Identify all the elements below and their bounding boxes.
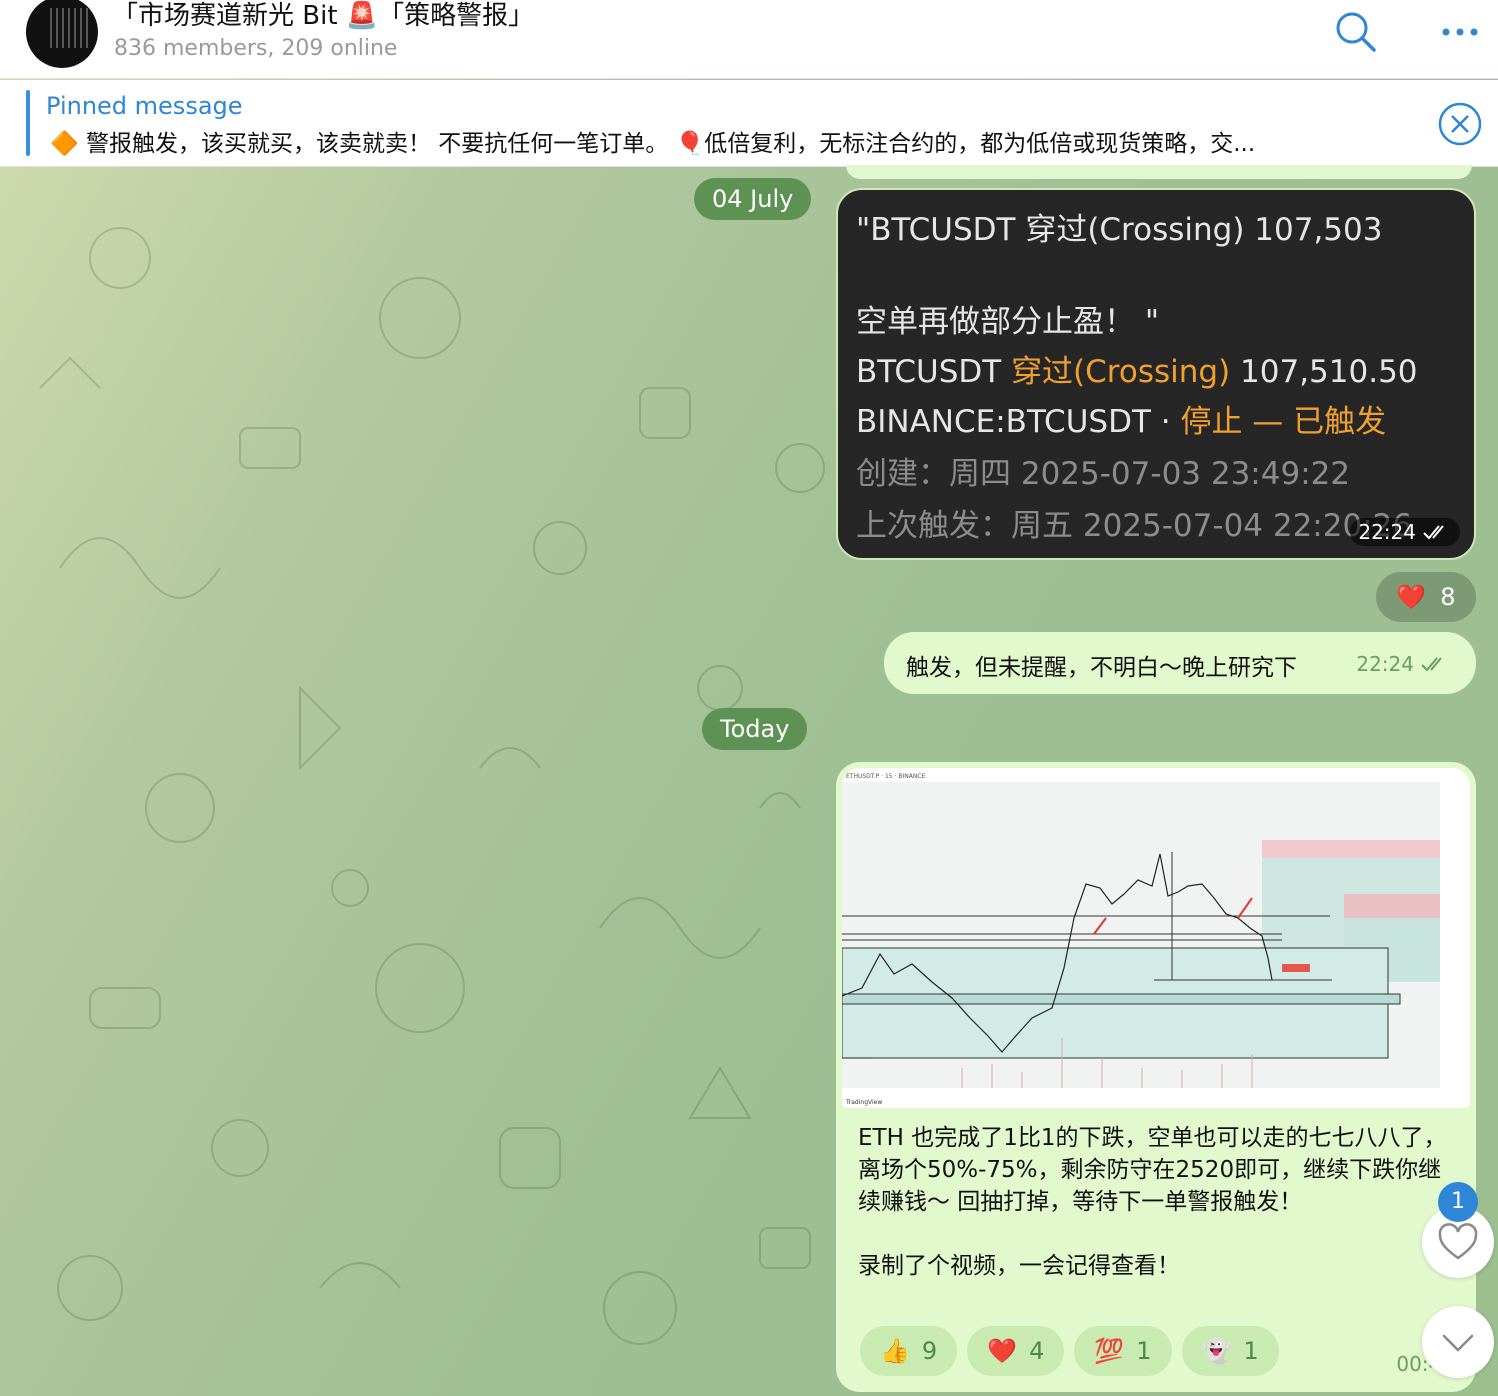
pinned-message-bar[interactable]: Pinned message 🔶 警报触发，该买就买，该卖就卖！ 不要抗任何一笔…	[0, 80, 1498, 167]
ghost-icon: 👻	[1201, 1337, 1232, 1365]
heart-reaction[interactable]: ❤️ 8	[1376, 572, 1476, 622]
reaction-count: 8	[1440, 583, 1456, 611]
close-icon[interactable]	[1436, 100, 1484, 148]
alert-message-bubble[interactable]: "BTCUSDT 穿过(Crossing) 107,503 空单再做部分止盈！ …	[836, 188, 1476, 560]
alert-line-4: BINANCE:BTCUSDT · 停止 — 已触发	[856, 404, 1387, 440]
eth-message-bubble[interactable]: ETHUSDT.P · 15 · BINANCE TradingView ETH…	[836, 762, 1476, 1392]
tradingview-chart-image: ETHUSDT.P · 15 · BINANCE TradingView	[842, 768, 1470, 1108]
tradingview-logo: TradingView	[845, 1099, 882, 1106]
reaction-thumbs-up[interactable]: 👍 9	[860, 1326, 958, 1376]
reaction-ghost[interactable]: 👻 1	[1181, 1326, 1279, 1376]
pinned-label: Pinned message	[46, 92, 243, 120]
reaction-hundred[interactable]: 💯 1	[1074, 1326, 1172, 1376]
previous-message-edge	[846, 165, 1472, 179]
date-separator: 04 July	[694, 178, 812, 220]
reaction-heart[interactable]: ❤️ 4	[967, 1326, 1065, 1376]
alert-line-1: "BTCUSDT 穿过(Crossing) 107,503	[856, 212, 1383, 248]
unread-reactions-badge: 1	[1438, 1182, 1478, 1222]
member-count: 836 members, 209 online	[114, 36, 398, 61]
message-paragraph-1: ETH 也完成了1比1的下跌，空单也可以走的七七八八了，离场个50%-75%，剩…	[858, 1125, 1447, 1215]
chat-header: 「市场赛道新光 Bit 🚨「策略警报」 836 members, 209 onl…	[0, 0, 1498, 79]
message-meta: 22:24	[1356, 652, 1450, 676]
reactions-row: 👍 9 ❤️ 4 💯 1 👻 1	[860, 1326, 1279, 1376]
double-check-icon	[1423, 525, 1444, 540]
alert-line-3: BTCUSDT 穿过(Crossing) 107,510.50	[856, 354, 1418, 390]
alert-last-triggered: 上次触发：周五 2025-07-04 22:20:26	[856, 508, 1413, 544]
outgoing-message[interactable]: 触发，但未提醒，不明白～晚上研究下 22:24	[884, 632, 1476, 694]
more-options-icon[interactable]	[1436, 8, 1484, 56]
chat-title[interactable]: 「市场赛道新光 Bit 🚨「策略警报」	[112, 0, 534, 32]
heart-icon: ❤️	[987, 1337, 1018, 1365]
message-paragraph-2: 录制了个视频，一会记得查看！	[858, 1253, 1180, 1279]
double-check-icon	[1421, 657, 1442, 672]
search-icon[interactable]	[1332, 8, 1380, 56]
message-text: ETH 也完成了1比1的下跌，空单也可以走的七七八八了，离场个50%-75%，剩…	[858, 1122, 1448, 1282]
pinned-text: 🔶 警报触发，该买就买，该卖就卖！ 不要抗任何一笔订单。 🎈低倍复利，无标注合约…	[50, 131, 1256, 157]
heart-icon: ❤️	[1396, 583, 1427, 611]
chart-header-text: ETHUSDT.P · 15 · BINANCE	[846, 773, 926, 780]
pinned-indicator	[26, 90, 30, 156]
chart-screenshot-image[interactable]: ETHUSDT.P · 15 · BINANCE TradingView	[842, 768, 1470, 1108]
message-meta: 22:24	[1350, 518, 1460, 546]
scroll-down-button[interactable]	[1422, 1306, 1494, 1378]
date-separator-today: Today	[702, 708, 808, 750]
message-time: 22:24	[1358, 520, 1416, 544]
alert-line-2: 空单再做部分止盈！ "	[856, 304, 1160, 340]
message-text: 触发，但未提醒，不明白～晚上研究下	[906, 655, 1297, 681]
chevron-down-icon	[1442, 1334, 1474, 1352]
group-avatar[interactable]	[26, 0, 98, 68]
message-time: 22:24	[1356, 652, 1414, 676]
hundred-points-icon: 💯	[1094, 1337, 1125, 1365]
thumbs-up-icon: 👍	[880, 1337, 910, 1365]
alert-created: 创建：周四 2025-07-03 23:49:22	[856, 456, 1351, 492]
